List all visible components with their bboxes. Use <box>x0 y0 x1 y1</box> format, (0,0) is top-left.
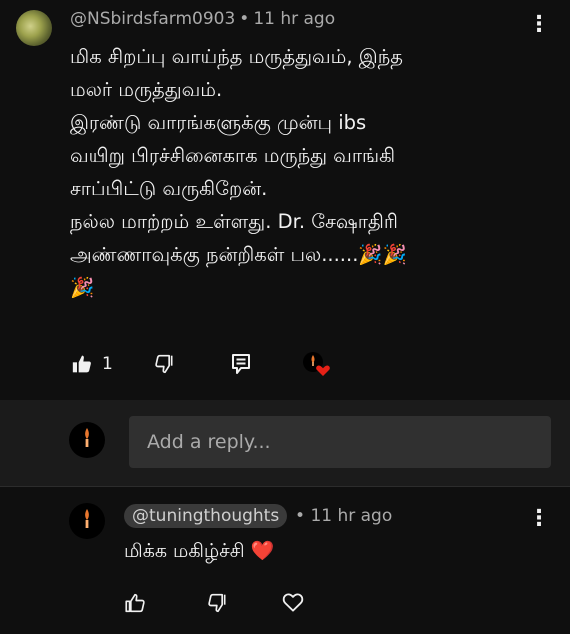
heart-button[interactable] <box>282 592 304 612</box>
comment: @NSbirdsfarm0903 • 11 hr ago ⋮ மிக சிறப்பு… <box>0 0 570 400</box>
comment-time[interactable]: 11 hr ago <box>253 9 335 29</box>
creator-heart-icon <box>303 351 331 377</box>
meta-separator: • <box>239 9 250 29</box>
like-count: 1 <box>102 354 113 374</box>
thumbs-up-icon <box>72 354 92 374</box>
comment-line: நல்ல மாற்றம் உள்ளது. Dr. சேஷாதிரி <box>70 210 398 233</box>
dislike-button[interactable] <box>208 593 228 613</box>
avatar[interactable] <box>69 422 105 458</box>
heart-icon <box>282 592 304 612</box>
comment-author[interactable]: @NSbirdsfarm0903 <box>70 9 235 29</box>
thumbs-up-icon <box>125 593 145 613</box>
creator-heart[interactable] <box>303 351 331 377</box>
reply-text: மிக்க மகிழ்ச்சி ❤️ <box>124 540 275 562</box>
candle-icon <box>80 427 94 453</box>
comment-line: மலர் மருத்துவம். <box>70 78 223 101</box>
thumbs-down-icon <box>208 593 228 613</box>
reply-time: • 11 hr ago <box>295 506 392 526</box>
reply-author[interactable]: @tuningthoughts <box>124 504 288 528</box>
reply-comment-icon <box>231 353 251 375</box>
comment-meta: @NSbirdsfarm0903 • 11 hr ago <box>70 9 335 29</box>
avatar[interactable] <box>69 503 105 539</box>
candle-icon <box>80 508 94 534</box>
comment-line: வயிறு பிரச்சினைகாக மருந்து வாங்கி <box>70 144 396 167</box>
dislike-button[interactable] <box>155 354 175 374</box>
comment-line: 🎉 <box>70 276 95 299</box>
like-button[interactable]: 1 <box>72 354 113 374</box>
reply-input[interactable] <box>129 416 551 468</box>
comment-line: மிக சிறப்பு வாய்ந்த மருத்துவம், இந்த <box>70 45 403 68</box>
reply-bar <box>0 400 570 487</box>
more-options-icon[interactable]: ⋮ <box>528 508 550 530</box>
like-button[interactable] <box>125 593 145 613</box>
meta-separator: • <box>295 506 306 526</box>
comment-line: சாப்பிட்டு வருகிறேன். <box>70 177 268 200</box>
avatar[interactable] <box>16 10 52 46</box>
more-options-icon[interactable]: ⋮ <box>528 14 550 36</box>
comment-text: மிக சிறப்பு வாய்ந்த மருத்துவம், இந்த மலர… <box>70 40 530 304</box>
reply-timestamp[interactable]: 11 hr ago <box>310 506 392 526</box>
reply-button[interactable] <box>231 353 251 375</box>
thumbs-down-icon <box>155 354 175 374</box>
comment-line: அண்ணாவுக்கு நன்றிகள் பல......🎉🎉 <box>70 243 407 266</box>
comment-line: இரண்டு வாரங்களுக்கு முன்பு ibs <box>70 111 367 134</box>
reply-comment: @tuningthoughts • 11 hr ago ⋮ மிக்க மகிழ… <box>0 487 570 634</box>
